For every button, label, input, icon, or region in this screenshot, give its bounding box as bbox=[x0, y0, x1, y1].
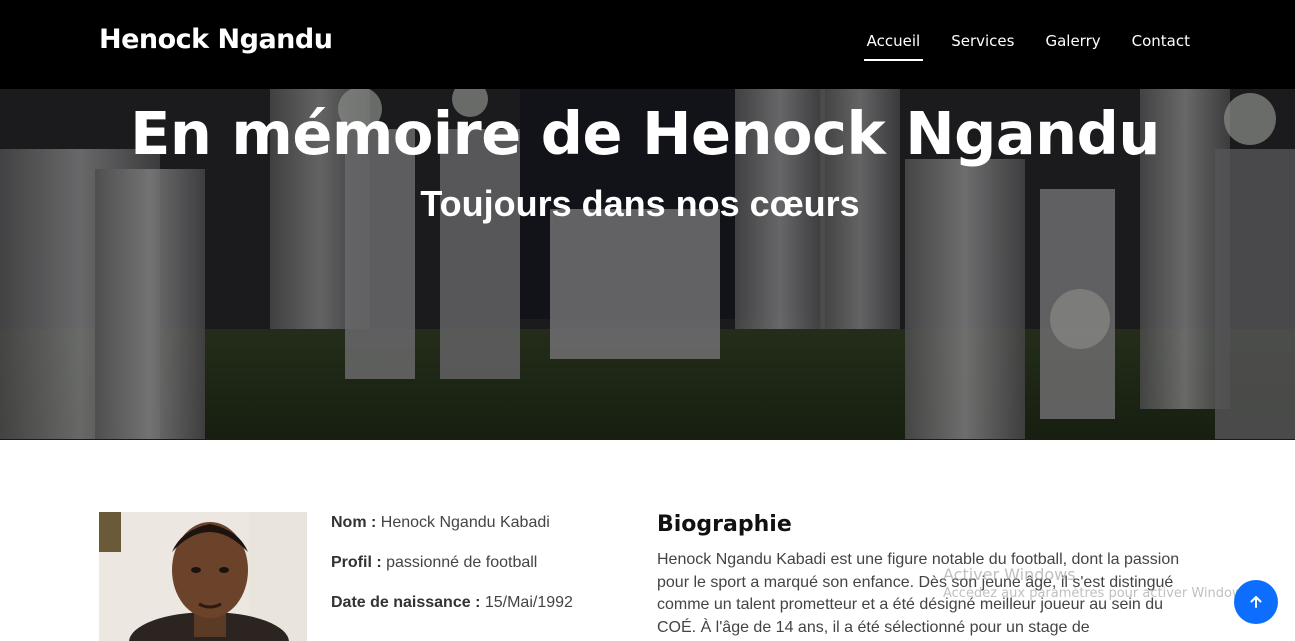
profile-photo bbox=[99, 512, 307, 641]
nav-menu: Accueil Services Galerry Contact bbox=[863, 32, 1190, 61]
info-label: Nom : bbox=[331, 514, 377, 531]
biography-title: Biographie bbox=[657, 512, 792, 537]
watermark-line-1: Activer Windows bbox=[943, 565, 1076, 584]
info-value: passionné de football bbox=[386, 554, 538, 571]
scroll-to-top-button[interactable] bbox=[1234, 580, 1278, 624]
windows-activation-watermark: Activer Windows Accédez aux paramètres p… bbox=[943, 565, 1254, 601]
biography-line: COÉ. À l'âge de 14 ans, il a été sélecti… bbox=[657, 618, 1090, 636]
nav-link-contact[interactable]: Contact bbox=[1132, 32, 1190, 58]
brand-logo[interactable]: Henock Ngandu bbox=[99, 24, 333, 55]
arrow-up-icon bbox=[1250, 596, 1262, 608]
nav-link-services[interactable]: Services bbox=[951, 32, 1014, 58]
nav-link-gallery[interactable]: Galerry bbox=[1045, 32, 1100, 58]
profile-info: Nom : Henock Ngandu Kabadi Profil : pass… bbox=[331, 514, 573, 634]
hero-banner: En mémoire de Henock Ngandu Toujours dan… bbox=[0, 89, 1295, 440]
info-value: Henock Ngandu Kabadi bbox=[380, 514, 550, 531]
info-label: Profil : bbox=[331, 554, 382, 571]
info-row-birthdate: Date de naissance : 15/Mai/1992 bbox=[331, 594, 573, 634]
hero-subtitle: Toujours dans nos cœurs bbox=[420, 183, 860, 224]
portrait-image bbox=[99, 512, 307, 641]
watermark-line-2: Accédez aux paramètres pour activer Wind… bbox=[943, 586, 1254, 601]
info-value: 15/Mai/1992 bbox=[484, 594, 573, 611]
info-label: Date de naissance : bbox=[331, 594, 481, 611]
hero-title: En mémoire de Henock Ngandu bbox=[130, 99, 1160, 168]
nav-link-accueil[interactable]: Accueil bbox=[863, 32, 923, 61]
info-row-name: Nom : Henock Ngandu Kabadi bbox=[331, 514, 573, 554]
navbar: Henock Ngandu Accueil Services Galerry C… bbox=[0, 0, 1295, 89]
info-row-profile: Profil : passionné de football bbox=[331, 554, 573, 594]
